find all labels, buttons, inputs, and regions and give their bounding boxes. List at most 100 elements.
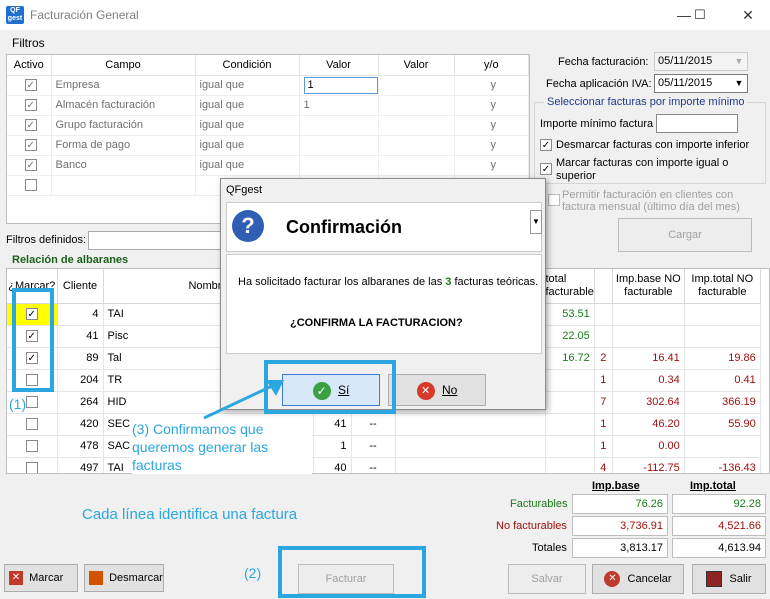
albaran-row[interactable]: 478 SAC 1 -- 1 0.00: [7, 435, 761, 458]
maximize-button[interactable]: ☐: [688, 5, 712, 25]
filtro-activo-checkbox[interactable]: [24, 179, 37, 192]
marcar-label: Marcar: [29, 572, 64, 584]
dialog-message-pre: Ha solicitado facturar los albaranes de …: [238, 276, 446, 288]
annotation-1: (1): [9, 396, 27, 412]
imp-total-header: Imp.total: [690, 480, 736, 492]
facturables-label: Facturables: [510, 498, 568, 510]
annotation-facturar-highlight: [278, 546, 426, 598]
total-no-facturable-cell: -136.43: [684, 457, 761, 473]
filtro-condicion[interactable]: igual que: [195, 95, 300, 116]
salvar-button[interactable]: Salvar: [508, 564, 586, 594]
cancelar-button[interactable]: ✕ Cancelar: [592, 564, 684, 594]
square-icon: [89, 571, 103, 586]
filtro-row[interactable]: ✓ Almacén facturación igual que 1 y: [7, 95, 529, 116]
filtro-yo[interactable]: y: [454, 95, 529, 116]
n-cell: [594, 325, 613, 348]
albaran-row[interactable]: 497 TAI 40 -- 4 -112.75 -136.43: [7, 457, 761, 473]
desmarcar-label: Desmarcar: [109, 572, 163, 584]
filtro-valor[interactable]: 1: [304, 99, 310, 111]
importe-minimo-label: Importe mínimo factura: [540, 118, 654, 130]
cliente-cell: 420: [57, 413, 104, 436]
filtro-campo: Grupo facturación: [51, 115, 196, 136]
fecha-facturacion-field[interactable]: 05/11/2015 ▼: [654, 52, 748, 71]
filtros-definidos-input[interactable]: [88, 231, 224, 250]
annotation-arrow: [203, 380, 284, 420]
filtro-activo-checkbox[interactable]: ✓: [24, 119, 37, 132]
filtro-campo: Empresa: [51, 75, 196, 96]
n-cell: 1: [594, 369, 613, 392]
permitir-mensual-checkbox[interactable]: [548, 194, 560, 206]
col-cliente: Cliente: [57, 269, 104, 304]
filtro-condicion[interactable]: igual que: [195, 135, 300, 156]
marcar-superior-checkbox[interactable]: ✓: [540, 163, 552, 175]
marcar-checkbox[interactable]: [25, 440, 38, 453]
annotation-marcar-highlight: [12, 288, 54, 392]
no-button[interactable]: ✕ No: [388, 374, 486, 406]
fecha-facturacion-value: 05/11/2015: [658, 55, 713, 67]
dialog-question: ¿CONFIRMA LA FACTURACION?: [290, 317, 463, 329]
filtro-yo[interactable]: y: [454, 155, 529, 176]
filtro-campo: Banco: [51, 155, 196, 176]
imp-base-header: Imp.base: [592, 480, 640, 492]
c-cell: [395, 435, 546, 458]
n-cell: 1: [594, 413, 613, 436]
col-yo: y/o: [454, 55, 529, 76]
filtro-valor2[interactable]: [378, 155, 455, 176]
dialog-message-post: facturas teóricas.: [451, 276, 539, 288]
b-cell: --: [351, 435, 396, 458]
filtro-campo: Forma de pago: [51, 135, 196, 156]
close-button[interactable]: ✕: [736, 5, 760, 25]
salir-button[interactable]: Salir: [692, 564, 766, 594]
filtro-activo-checkbox[interactable]: ✓: [24, 139, 37, 152]
total-no-facturable-cell: [684, 303, 761, 326]
filtro-row[interactable]: ✓ Banco igual que y: [7, 155, 529, 176]
marcar-checkbox[interactable]: [25, 396, 38, 409]
col-base-no-facturable: Imp.base NO facturable: [612, 269, 685, 304]
filtro-row[interactable]: ✓ Forma de pago igual que y: [7, 135, 529, 156]
marcar-button[interactable]: ✕ Marcar: [4, 564, 78, 592]
fecha-facturacion-label: Fecha facturación:: [558, 56, 649, 68]
albaran-row[interactable]: 420 SEC 41 -- 1 46.20 55.90: [7, 413, 761, 436]
filtro-yo[interactable]: y: [454, 75, 529, 96]
filtro-condicion[interactable]: igual que: [195, 155, 300, 176]
filtro-row[interactable]: ✓ Empresa igual que 1 y: [7, 75, 529, 96]
total-facturable-cell: [545, 413, 595, 436]
desmarcar-inferior-checkbox[interactable]: ✓: [540, 139, 552, 151]
cliente-cell: 41: [57, 325, 104, 348]
fecha-iva-field[interactable]: 05/11/2015 ▼: [654, 74, 748, 93]
total-facturable-cell: [545, 457, 595, 473]
n-cell: [594, 303, 613, 326]
total-no-facturable-cell: 0.41: [684, 369, 761, 392]
filtro-valor2[interactable]: [378, 115, 455, 136]
dialog-scroll-icon[interactable]: ▼: [530, 210, 542, 234]
filtro-activo-checkbox[interactable]: ✓: [24, 79, 37, 92]
filtro-condicion[interactable]: igual que: [195, 75, 300, 96]
importe-minimo-input[interactable]: [656, 114, 738, 133]
filtro-valor-input[interactable]: 1: [303, 76, 378, 94]
dropdown-arrow-icon: ▼: [734, 78, 744, 88]
total-no-facturable-cell: [684, 435, 761, 458]
desmarcar-button[interactable]: Desmarcar: [84, 564, 164, 592]
filtro-valor2[interactable]: [378, 95, 455, 116]
totales-base: 3,813.17: [572, 538, 668, 558]
filtro-valor2[interactable]: [378, 75, 455, 96]
relacion-albaranes-title: Relación de albaranes: [12, 254, 129, 266]
marcar-checkbox[interactable]: [25, 418, 38, 431]
no-facturables-total: 4,521.66: [672, 516, 766, 536]
filtro-condicion[interactable]: igual que: [195, 115, 300, 136]
filtro-yo[interactable]: y: [454, 135, 529, 156]
total-facturable-cell: 16.72: [545, 347, 595, 370]
filtro-activo-checkbox[interactable]: ✓: [24, 99, 37, 112]
total-no-facturable-cell: 55.90: [684, 413, 761, 436]
dropdown-arrow-icon: ▼: [734, 56, 744, 66]
filtro-valor2[interactable]: [378, 135, 455, 156]
facturables-total: 92.28: [672, 494, 766, 514]
n-cell: 4: [594, 457, 613, 473]
filtro-row[interactable]: ✓ Grupo facturación igual que y: [7, 115, 529, 136]
filtro-yo[interactable]: y: [454, 115, 529, 136]
dialog-body: [226, 254, 542, 354]
filtro-activo-checkbox[interactable]: ✓: [24, 159, 37, 172]
total-facturable-cell: [545, 369, 595, 392]
marcar-checkbox[interactable]: [25, 462, 38, 473]
cargar-button[interactable]: Cargar: [618, 218, 752, 252]
